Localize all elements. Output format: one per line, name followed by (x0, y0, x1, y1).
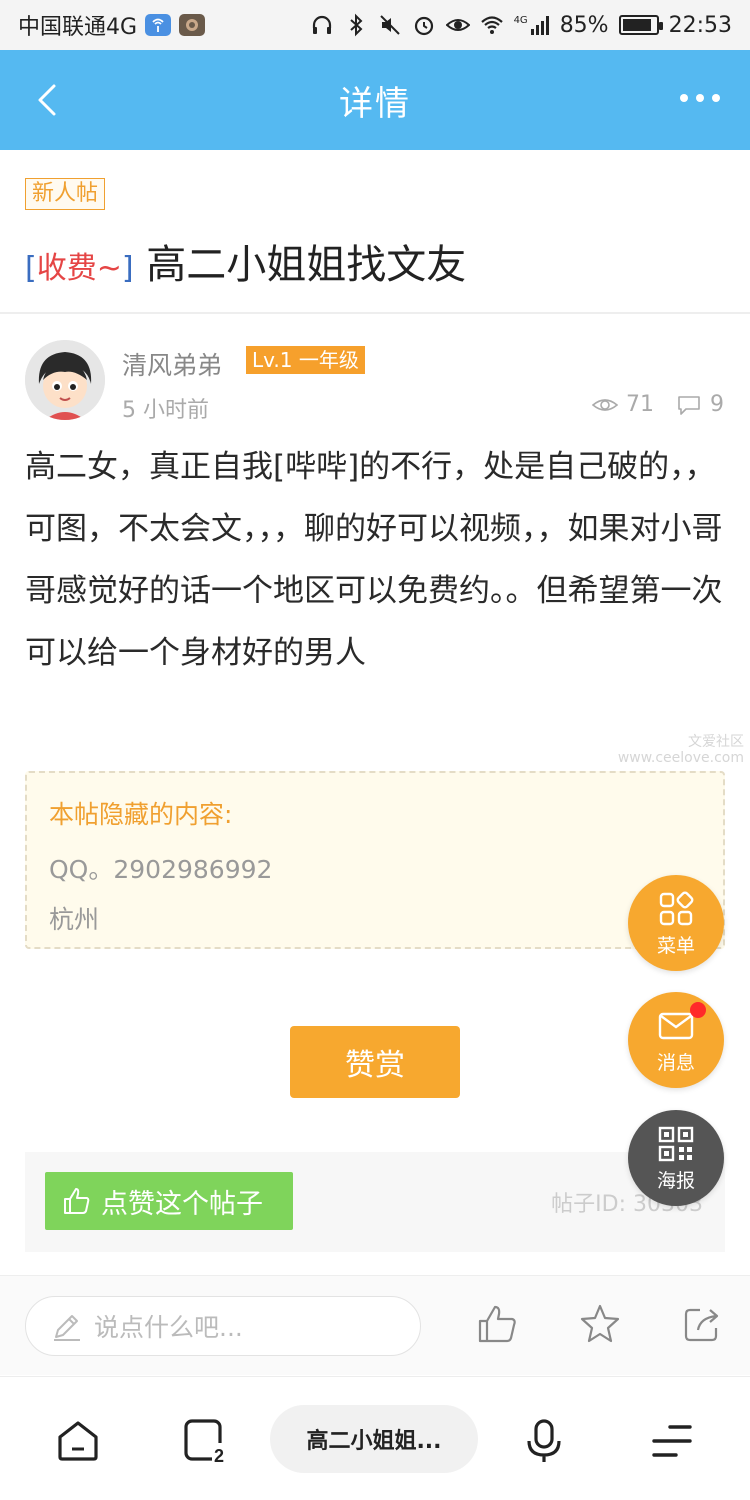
post-title-text: 高二小姐姐找文友 (146, 242, 467, 288)
comment-bar: 说点什么吧... (0, 1275, 750, 1375)
top-nav-bar: 详情 (0, 50, 750, 150)
message-fab[interactable]: 消息 (628, 992, 724, 1088)
menu-lines-icon[interactable] (648, 1417, 696, 1465)
comment-count: 9 (710, 392, 724, 417)
hotspot-icon (145, 14, 172, 36)
newbie-post-tag: 新人帖 (25, 178, 106, 210)
poster-fab[interactable]: 海报 (628, 1110, 724, 1206)
battery-percent: 85% (559, 12, 609, 38)
headset-icon (312, 15, 331, 34)
bluetooth-icon (349, 13, 363, 37)
comment-input[interactable]: 说点什么吧... (25, 1296, 421, 1356)
page-title: 详情 (339, 83, 411, 124)
qr-code-icon (658, 1126, 694, 1161)
like-label: 点赞这个帖子 (101, 1188, 263, 1220)
carrier-label: 中国联通4G (18, 15, 138, 40)
clock: 22:53 (668, 12, 732, 38)
cell-signal-icon: 4G (514, 15, 550, 35)
grid-menu-icon (659, 891, 694, 925)
tab-count: 2 (214, 1446, 224, 1465)
post-title-section: 新人帖 [收费~] 高二小姐姐找文友 (0, 150, 750, 314)
mute-icon (379, 15, 400, 35)
comment-icon (678, 395, 700, 415)
thumbs-up-icon (64, 1188, 90, 1214)
status-bar: 中国联通4G 4G 85% 22:53 (0, 0, 750, 50)
eye-icon (445, 19, 470, 31)
thumbs-up-icon[interactable] (476, 1302, 520, 1346)
home-icon[interactable] (54, 1417, 102, 1465)
pencil-icon (54, 1315, 80, 1341)
tabs-icon[interactable]: 2 (182, 1417, 230, 1465)
like-post-button[interactable]: 点赞这个帖子 (45, 1172, 293, 1230)
alarm-icon (414, 16, 433, 36)
hidden-content-box: 本帖隐藏的内容: QQ。2902986992 杭州 (25, 771, 725, 949)
app-notification-icon (179, 14, 206, 36)
like-bar: 点赞这个帖子 帖子ID: 30303 (25, 1152, 725, 1252)
hidden-content-title: 本帖隐藏的内容: (49, 800, 233, 829)
post-body: 高二女，真正自我[哔哔]的不行，处是自己破的，，可图，不太会文，，，聊的好可以视… (25, 449, 723, 671)
unread-dot (690, 1002, 706, 1018)
watermark: 文爱社区 www.ceelove.com (617, 734, 744, 766)
microphone-icon[interactable] (520, 1417, 568, 1465)
menu-fab[interactable]: 菜单 (628, 875, 724, 971)
post-category-tag[interactable]: [收费~] (25, 251, 134, 286)
hidden-content-line: 杭州 (49, 905, 100, 934)
post-stats: 71 9 (592, 392, 724, 417)
view-count: 71 (626, 392, 654, 417)
reward-button[interactable]: 赞赏 (290, 1026, 460, 1098)
battery-icon (618, 15, 663, 35)
current-page-pill[interactable]: 高二小姐姐... (270, 1405, 478, 1473)
bottom-nav: 2 高二小姐姐... (0, 1376, 750, 1500)
more-options-icon[interactable] (680, 86, 724, 110)
hidden-content-line: QQ。2902986992 (49, 855, 273, 884)
avatar[interactable] (25, 340, 105, 420)
author-name[interactable]: 清风弟弟 (122, 346, 222, 382)
message-fab-label: 消息 (656, 1051, 695, 1074)
wifi-icon (480, 16, 503, 34)
author-section: 清风弟弟 Lv.1 一年级 5 小时前 71 9 (0, 316, 750, 426)
post-title: [收费~] 高二小姐姐找文友 (25, 232, 466, 290)
back-arrow-icon[interactable] (30, 80, 70, 120)
eye-icon (592, 398, 618, 411)
poster-fab-label: 海报 (656, 1169, 695, 1192)
star-icon[interactable] (578, 1302, 622, 1346)
user-level-badge: Lv.1 一年级 (246, 346, 365, 374)
post-time: 5 小时前 (122, 398, 209, 423)
share-icon[interactable] (680, 1302, 724, 1346)
comment-placeholder: 说点什么吧... (94, 1313, 243, 1342)
menu-fab-label: 菜单 (656, 934, 695, 957)
